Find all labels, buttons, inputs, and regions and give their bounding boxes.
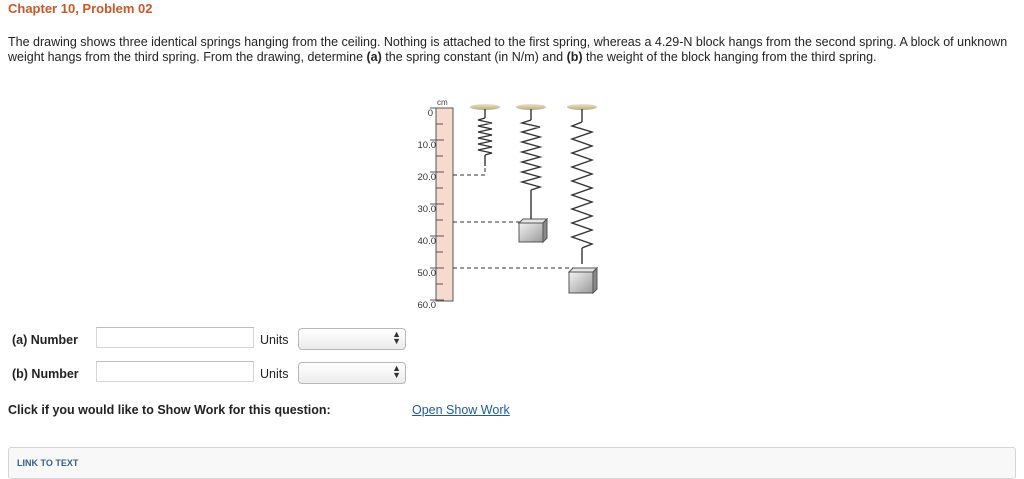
problem-statement: The drawing shows three identical spring… — [8, 35, 1008, 65]
spring-3 — [569, 109, 595, 264]
problem-title: Chapter 10, Problem 02 — [8, 1, 153, 16]
reference-line-spring-1 — [453, 166, 486, 176]
ruler-tick-label: 40.0 — [418, 236, 437, 247]
answer-b-number-input[interactable] — [96, 361, 254, 382]
show-work-prompt: Click if you would like to Show Work for… — [8, 403, 331, 417]
select-arrows-icon: ▲ ▼ — [392, 329, 401, 346]
problem-text-3: the weight of the block hanging from the… — [582, 50, 877, 64]
ruler-tick-label: 10.0 — [418, 140, 437, 151]
part-b-marker: (b) — [566, 50, 583, 64]
answer-a-units-select[interactable]: ▲ ▼ — [298, 328, 406, 350]
link-to-text-panel: LINK TO TEXT — [8, 447, 1016, 479]
answer-a-number-input[interactable] — [96, 327, 254, 348]
problem-text-2: the spring constant (in N/m) and — [381, 50, 567, 64]
ruler-tick-label: 0 — [428, 108, 433, 119]
link-to-text-button[interactable]: LINK TO TEXT — [17, 458, 78, 468]
ruler-tick-label: 20.0 — [418, 172, 437, 183]
ruler-tick-label: 60.0 — [418, 300, 437, 309]
answer-b-units-select[interactable]: ▲ ▼ — [298, 362, 406, 384]
ruler-tick-label: 50.0 — [418, 268, 437, 279]
answer-b-units-label: Units — [260, 367, 289, 381]
block-spring-2 — [517, 198, 549, 244]
select-arrows-icon: ▲ ▼ — [392, 363, 401, 380]
ruler-tick-label: 30.0 — [418, 204, 437, 215]
springs-figure: cm 0 10.0 20.0 30.0 40.0 50.0 60.0 — [418, 98, 599, 309]
ruler-unit-label: cm — [437, 98, 448, 107]
block-spring-3 — [567, 266, 599, 295]
answer-a-label: (a) Number — [12, 333, 78, 347]
answer-a-units-label: Units — [260, 333, 289, 347]
spring-1 — [477, 109, 493, 166]
spring-2 — [519, 109, 543, 198]
part-a-marker: (a) — [366, 50, 382, 64]
answer-b-label: (b) Number — [12, 367, 79, 381]
open-show-work-link[interactable]: Open Show Work — [412, 403, 510, 417]
